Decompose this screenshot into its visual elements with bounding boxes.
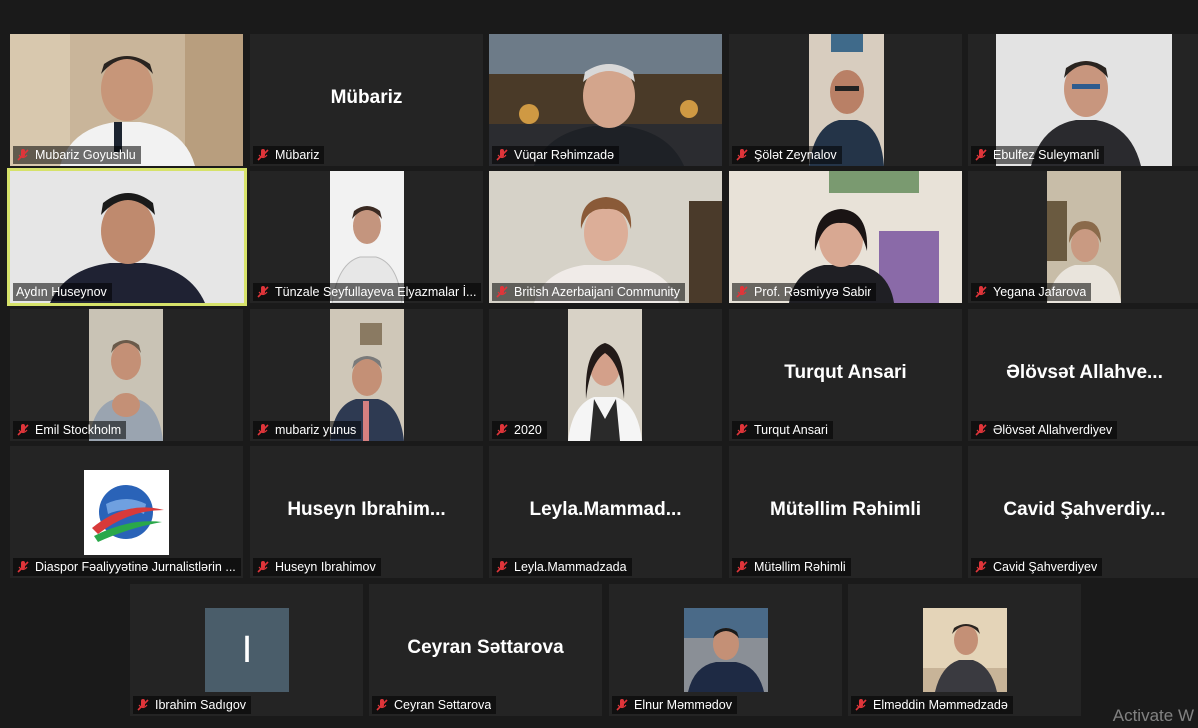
name-label: Cavid Şahverdiyev bbox=[971, 558, 1103, 576]
name-label: Prof. Rəsmiyyə Sabir bbox=[732, 283, 877, 301]
name-label: Turqut Ansari bbox=[732, 421, 833, 439]
participant-tile[interactable]: British Azerbaijani Community bbox=[489, 171, 722, 303]
participant-tile[interactable]: Ebulfez Suleymanli bbox=[968, 34, 1198, 166]
mic-muted-icon bbox=[257, 149, 269, 161]
mic-muted-icon bbox=[616, 699, 628, 711]
participant-tile[interactable]: Ceyran Səttarova Ceyran Səttarova bbox=[369, 584, 602, 716]
participant-name-display: Mütəllim Rəhimli bbox=[770, 498, 921, 520]
participant-tile[interactable]: Vüqar Rəhimzadə bbox=[489, 34, 722, 166]
video-grid: Mubariz Goyushlu Mübariz Mübariz Vüqar R… bbox=[0, 0, 1198, 728]
mic-muted-icon bbox=[496, 149, 508, 161]
name-label: Ebulfez Suleymanli bbox=[971, 146, 1105, 164]
mic-muted-icon bbox=[736, 424, 748, 436]
participant-tile[interactable]: Əlövsət Allahve... Əlövsət Allahverdiyev bbox=[968, 309, 1198, 441]
participant-tile-active-speaker[interactable]: Aydın Huseynov bbox=[7, 168, 247, 306]
mic-muted-icon bbox=[17, 424, 29, 436]
name-label: Şölət Zeynalov bbox=[732, 146, 842, 164]
name-label: Ceyran Səttarova bbox=[372, 696, 497, 714]
mic-muted-icon bbox=[17, 561, 29, 573]
name-label: 2020 bbox=[492, 421, 547, 439]
participant-tile[interactable]: Mübariz Mübariz bbox=[250, 34, 483, 166]
mic-muted-icon bbox=[137, 699, 149, 711]
name-label: Elməddin Məmmədzadə bbox=[851, 696, 1013, 714]
globe-logo-icon bbox=[84, 470, 169, 555]
mic-muted-icon bbox=[736, 149, 748, 161]
name-label: Mütəllim Rəhimli bbox=[732, 558, 851, 576]
mic-muted-icon bbox=[855, 699, 867, 711]
name-label: Huseyn Ibrahimov bbox=[253, 558, 381, 576]
participant-name-display: Turqut Ansari bbox=[784, 361, 907, 383]
participant-tile[interactable]: Cavid Şahverdiy... Cavid Şahverdiyev bbox=[968, 446, 1198, 578]
participant-tile[interactable]: 2020 bbox=[489, 309, 722, 441]
mic-muted-icon bbox=[736, 561, 748, 573]
mic-muted-icon bbox=[257, 286, 269, 298]
mic-muted-icon bbox=[975, 561, 987, 573]
participant-name-display: Cavid Şahverdiy... bbox=[1003, 498, 1166, 520]
mic-muted-icon bbox=[975, 149, 987, 161]
participant-tile[interactable]: Şölət Zeynalov bbox=[729, 34, 962, 166]
participant-tile[interactable]: Prof. Rəsmiyyə Sabir bbox=[729, 171, 962, 303]
participant-name-display: Ceyran Səttarova bbox=[407, 636, 564, 658]
name-label: Vüqar Rəhimzadə bbox=[492, 146, 620, 164]
participant-name-display: Əlövsət Allahve... bbox=[1006, 361, 1163, 383]
mic-muted-icon bbox=[257, 424, 269, 436]
name-label: Tünzale Seyfullayeva Elyazmalar İ... bbox=[253, 283, 482, 301]
mic-muted-icon bbox=[257, 561, 269, 573]
name-label: Elnur Məmmədov bbox=[612, 696, 737, 714]
name-label: British Azerbaijani Community bbox=[492, 283, 686, 301]
name-label: Ibrahim Sadıgov bbox=[133, 696, 252, 714]
participant-tile[interactable]: Elnur Məmmədov bbox=[609, 584, 842, 716]
mic-muted-icon bbox=[975, 424, 987, 436]
mic-muted-icon bbox=[736, 286, 748, 298]
participant-tile[interactable]: Elməddin Məmmədzadə bbox=[848, 584, 1081, 716]
mic-muted-icon bbox=[496, 424, 508, 436]
name-label: Aydın Huseynov bbox=[13, 283, 112, 301]
participant-tile[interactable]: Mubariz Goyushlu bbox=[10, 34, 243, 166]
mic-muted-icon bbox=[376, 699, 388, 711]
participant-tile[interactable]: Huseyn Ibrahim... Huseyn Ibrahimov bbox=[250, 446, 483, 578]
participant-name-display: Huseyn Ibrahim... bbox=[287, 498, 446, 520]
participant-tile[interactable]: Turqut Ansari Turqut Ansari bbox=[729, 309, 962, 441]
participant-tile[interactable]: Mütəllim Rəhimli Mütəllim Rəhimli bbox=[729, 446, 962, 578]
participant-tile[interactable]: mubariz yunus bbox=[250, 309, 483, 441]
name-label: Mubariz Goyushlu bbox=[13, 146, 141, 164]
mic-muted-icon bbox=[17, 149, 29, 161]
participant-tile[interactable]: Yegana Jafarova bbox=[968, 171, 1198, 303]
participant-photo bbox=[923, 608, 1007, 692]
participant-photo bbox=[684, 608, 768, 692]
name-label: Mübariz bbox=[253, 146, 325, 164]
participant-video bbox=[568, 309, 642, 441]
participant-tile[interactable]: Emil Stockholm bbox=[10, 309, 243, 441]
participant-tile[interactable]: Tünzale Seyfullayeva Elyazmalar İ... bbox=[250, 171, 483, 303]
avatar: I bbox=[205, 608, 289, 692]
participant-tile[interactable]: Diaspor Fəaliyyətinə Jurnalistlərin ... bbox=[10, 446, 243, 578]
windows-activation-watermark: Activate W bbox=[1112, 706, 1194, 725]
mic-muted-icon bbox=[496, 286, 508, 298]
name-label: Leyla.Mammadzada bbox=[492, 558, 632, 576]
mic-muted-icon bbox=[975, 286, 987, 298]
name-label: mubariz yunus bbox=[253, 421, 362, 439]
participant-tile[interactable]: I Ibrahim Sadıgov bbox=[130, 584, 363, 716]
name-label: Emil Stockholm bbox=[13, 421, 127, 439]
participant-name-display: Mübariz bbox=[330, 86, 403, 108]
name-label: Əlövsət Allahverdiyev bbox=[971, 421, 1118, 439]
name-label: Diaspor Fəaliyyətinə Jurnalistlərin ... bbox=[13, 558, 241, 576]
participant-tile[interactable]: Leyla.Mammad... Leyla.Mammadzada bbox=[489, 446, 722, 578]
name-label: Yegana Jafarova bbox=[971, 283, 1092, 301]
mic-muted-icon bbox=[496, 561, 508, 573]
participant-name-display: Leyla.Mammad... bbox=[529, 498, 682, 520]
